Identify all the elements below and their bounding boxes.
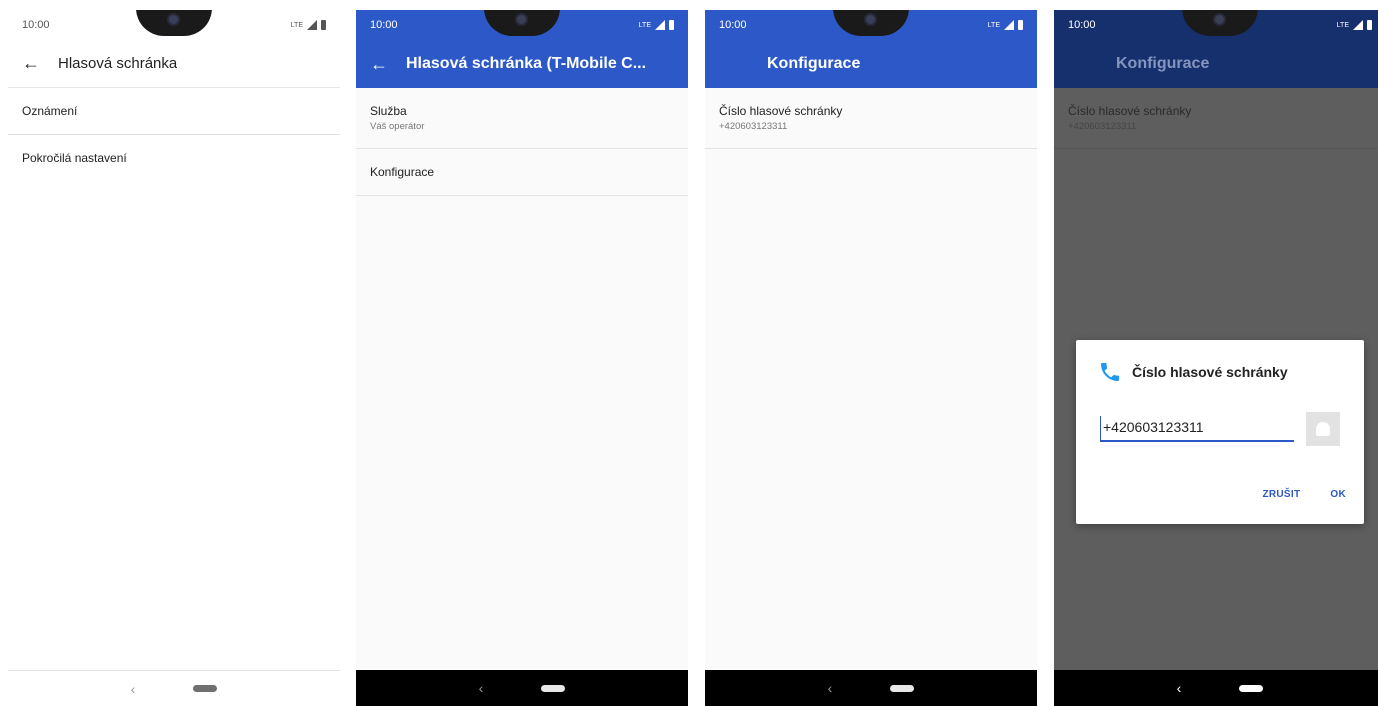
page-title: Konfigurace — [767, 55, 861, 72]
ok-button[interactable]: OK — [1330, 489, 1346, 500]
nav-home-pill[interactable] — [541, 684, 566, 692]
signal-icon — [655, 20, 665, 30]
list-item-voicemail-number: Číslo hlasové schránky +420603123311 — [1054, 88, 1378, 149]
list-item-label: Konfigurace — [370, 165, 435, 179]
nav-back-icon[interactable]: ‹ — [131, 681, 136, 697]
cancel-button[interactable]: ZRUŠIT — [1262, 489, 1300, 500]
list-item-configuration[interactable]: Konfigurace — [356, 149, 688, 196]
status-time: 10:00 — [22, 19, 50, 31]
lte-icon: LTE — [1336, 21, 1349, 29]
back-arrow-icon[interactable]: ← — [22, 53, 58, 74]
camera-icon — [1213, 13, 1226, 26]
list-item-label: Číslo hlasové schránky — [1068, 104, 1192, 118]
camera-icon — [167, 13, 180, 26]
settings-list: Číslo hlasové schránky +420603123311 — [705, 88, 1037, 670]
system-icons: LTE — [988, 20, 1023, 30]
status-time: 10:00 — [1068, 19, 1096, 31]
contact-icon — [1316, 422, 1330, 436]
signal-icon — [307, 20, 317, 30]
voicemail-number-dialog: Číslo hlasové schránky +420603123311 ZRU… — [1076, 340, 1364, 524]
app-bar: ← Hlasová schránka (T-Mobile C... — [356, 40, 688, 88]
nav-bar: ‹ — [356, 670, 688, 706]
list-item-label: Oznámení — [22, 104, 78, 118]
list-item-summary: Váš operátor — [370, 121, 425, 132]
nav-bar: ‹ — [1054, 670, 1378, 706]
list-item-service[interactable]: Služba Váš operátor — [356, 88, 688, 149]
nav-home-pill[interactable] — [1239, 684, 1264, 692]
system-icons: LTE — [639, 20, 674, 30]
contact-picker-button[interactable] — [1306, 412, 1340, 446]
settings-list: Služba Váš operátor Konfigurace — [356, 88, 688, 670]
back-arrow-icon[interactable]: ← — [370, 54, 406, 75]
list-item-voicemail-number[interactable]: Číslo hlasové schránky +420603123311 — [705, 88, 1037, 149]
nav-back-icon[interactable]: ‹ — [479, 680, 484, 696]
settings-list: Oznámení Pokročilá nastavení — [8, 88, 340, 670]
lte-icon: LTE — [638, 21, 651, 29]
dialog-actions: ZRUŠIT OK — [1262, 489, 1346, 500]
nav-back-icon[interactable]: ‹ — [828, 680, 833, 696]
dialog-header: Číslo hlasové schránky — [1098, 360, 1288, 384]
signal-icon — [1004, 20, 1014, 30]
camera-icon — [515, 13, 528, 26]
battery-icon — [1018, 20, 1023, 30]
nav-bar: ‹ — [705, 670, 1037, 706]
list-item-notifications[interactable]: Oznámení — [8, 88, 340, 135]
battery-icon — [1367, 20, 1372, 30]
battery-icon — [669, 20, 674, 30]
dialog-title: Číslo hlasové schránky — [1132, 364, 1288, 380]
camera-icon — [864, 13, 877, 26]
page-title: Hlasová schránka — [58, 55, 178, 72]
battery-icon — [321, 20, 326, 30]
phone-screen-4: 10:00 LTE Konfigurace Číslo hlasové schr… — [1054, 10, 1378, 706]
page-title: Konfigurace — [1116, 55, 1210, 72]
settings-list: Číslo hlasové schránky +420603123311 Čís… — [1054, 88, 1378, 670]
nav-bar: ‹ — [8, 670, 340, 706]
nav-back-icon[interactable]: ‹ — [1177, 680, 1182, 696]
list-item-label: Číslo hlasové schránky — [719, 104, 843, 118]
app-bar: ← Hlasová schránka — [8, 40, 340, 88]
app-bar: Konfigurace — [705, 40, 1037, 88]
nav-home-pill[interactable] — [193, 685, 218, 692]
status-time: 10:00 — [719, 19, 747, 31]
phone-screen-3: 10:00 LTE Konfigurace Číslo hlasové schr… — [705, 10, 1037, 706]
list-item-label: Pokročilá nastavení — [22, 151, 127, 165]
phone-icon — [1101, 363, 1119, 381]
status-time: 10:00 — [370, 19, 398, 31]
lte-icon: LTE — [290, 21, 303, 29]
phone-screen-1: 10:00 LTE ← Hlasová schránka Oznámení Po… — [8, 10, 340, 706]
list-item-summary: +420603123311 — [1068, 121, 1137, 132]
system-icons: LTE — [1337, 20, 1372, 30]
lte-icon: LTE — [987, 21, 1000, 29]
nav-home-pill[interactable] — [890, 684, 915, 692]
voicemail-number-input[interactable]: +420603123311 — [1100, 416, 1294, 442]
list-item-summary: +420603123311 — [719, 121, 788, 132]
list-item-label: Služba — [370, 104, 407, 118]
page-title: Hlasová schránka (T-Mobile C... — [406, 55, 647, 72]
phone-screen-2: 10:00 LTE ← Hlasová schránka (T-Mobile C… — [356, 10, 688, 706]
app-bar: Konfigurace — [1054, 40, 1378, 88]
list-item-advanced[interactable]: Pokročilá nastavení — [8, 135, 340, 181]
system-icons: LTE — [291, 20, 326, 30]
signal-icon — [1353, 20, 1363, 30]
